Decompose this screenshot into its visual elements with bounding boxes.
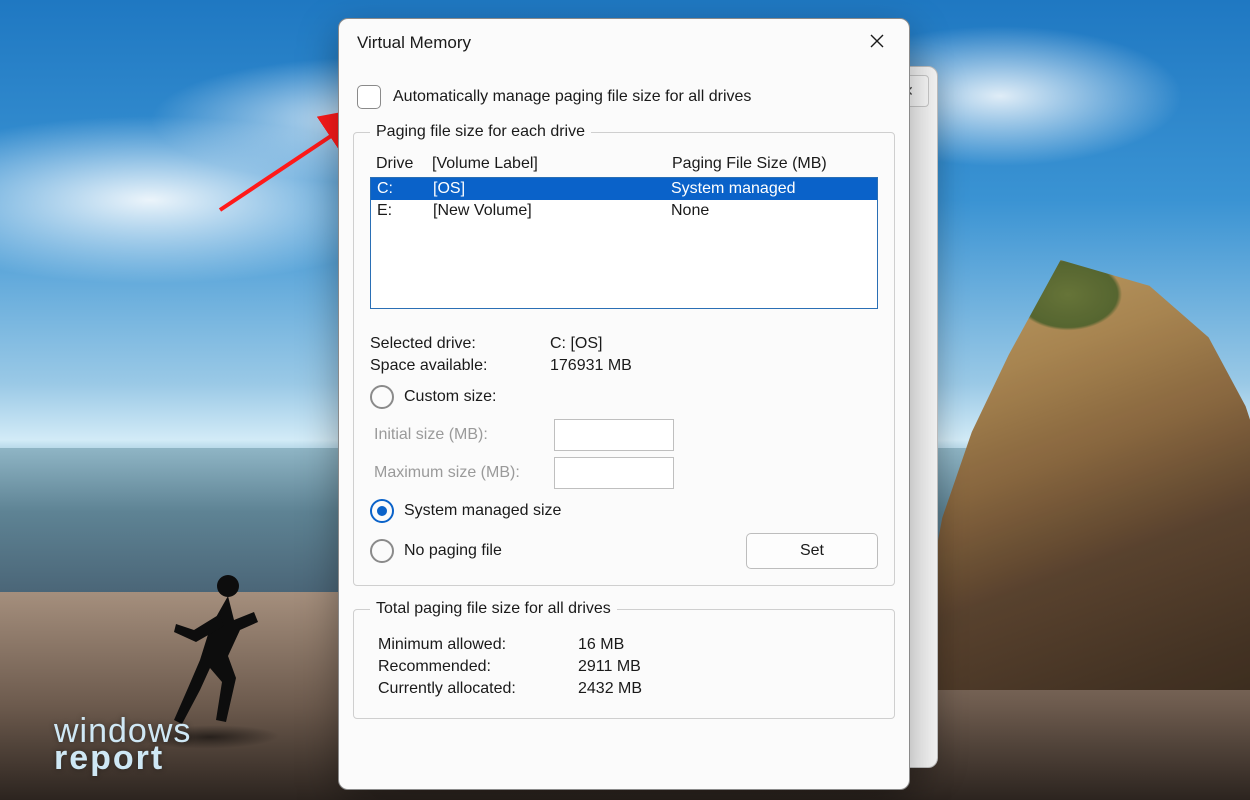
min-allowed-value: 16 MB bbox=[578, 636, 624, 654]
drive-list[interactable]: C: [OS] System managed E: [New Volume] N… bbox=[370, 177, 878, 309]
system-managed-label: System managed size bbox=[404, 502, 561, 520]
close-icon bbox=[870, 34, 884, 53]
space-available-value: 176931 MB bbox=[550, 357, 632, 375]
set-button[interactable]: Set bbox=[746, 533, 878, 569]
space-available-label: Space available: bbox=[370, 357, 550, 375]
totals-group: Total paging file size for all drives Mi… bbox=[353, 600, 895, 719]
close-button[interactable] bbox=[859, 25, 895, 61]
system-managed-radio[interactable] bbox=[370, 499, 394, 523]
initial-size-label: Initial size (MB): bbox=[374, 426, 554, 444]
min-allowed-label: Minimum allowed: bbox=[370, 636, 578, 654]
custom-size-label: Custom size: bbox=[404, 388, 496, 406]
col-drive: Drive bbox=[376, 155, 432, 173]
col-volume-label: [Volume Label] bbox=[432, 155, 672, 173]
drive-list-header: Drive [Volume Label] Paging File Size (M… bbox=[370, 155, 878, 177]
dialog-title: Virtual Memory bbox=[357, 33, 471, 53]
currently-allocated-label: Currently allocated: bbox=[370, 680, 578, 698]
drive-row[interactable]: E: [New Volume] None bbox=[371, 200, 877, 222]
selected-drive-label: Selected drive: bbox=[370, 335, 550, 353]
no-paging-radio[interactable] bbox=[370, 539, 394, 563]
drive-label: [New Volume] bbox=[433, 202, 671, 220]
paging-per-drive-group: Paging file size for each drive Drive [V… bbox=[353, 123, 895, 586]
maximum-size-label: Maximum size (MB): bbox=[374, 464, 554, 482]
auto-manage-label: Automatically manage paging file size fo… bbox=[393, 88, 751, 106]
no-paging-label: No paging file bbox=[404, 542, 502, 560]
drive-label: [OS] bbox=[433, 180, 671, 198]
set-button-label: Set bbox=[800, 542, 824, 560]
initial-size-input[interactable] bbox=[554, 419, 674, 451]
col-paging-size: Paging File Size (MB) bbox=[672, 155, 872, 173]
recommended-value: 2911 MB bbox=[578, 658, 641, 676]
selected-drive-value: C: [OS] bbox=[550, 335, 602, 353]
drive-row[interactable]: C: [OS] System managed bbox=[371, 178, 877, 200]
totals-legend: Total paging file size for all drives bbox=[370, 600, 617, 618]
watermark: windows report bbox=[54, 718, 191, 772]
titlebar: Virtual Memory bbox=[339, 19, 909, 67]
drive-size: System managed bbox=[671, 180, 871, 198]
custom-size-radio[interactable] bbox=[370, 385, 394, 409]
drive-letter: C: bbox=[377, 180, 433, 198]
currently-allocated-value: 2432 MB bbox=[578, 680, 642, 698]
drive-size: None bbox=[671, 202, 871, 220]
drive-letter: E: bbox=[377, 202, 433, 220]
maximum-size-input[interactable] bbox=[554, 457, 674, 489]
recommended-label: Recommended: bbox=[370, 658, 578, 676]
auto-manage-checkbox[interactable] bbox=[357, 85, 381, 109]
virtual-memory-dialog: Virtual Memory Automatically manage pagi… bbox=[338, 18, 910, 790]
paging-per-drive-legend: Paging file size for each drive bbox=[370, 123, 591, 141]
